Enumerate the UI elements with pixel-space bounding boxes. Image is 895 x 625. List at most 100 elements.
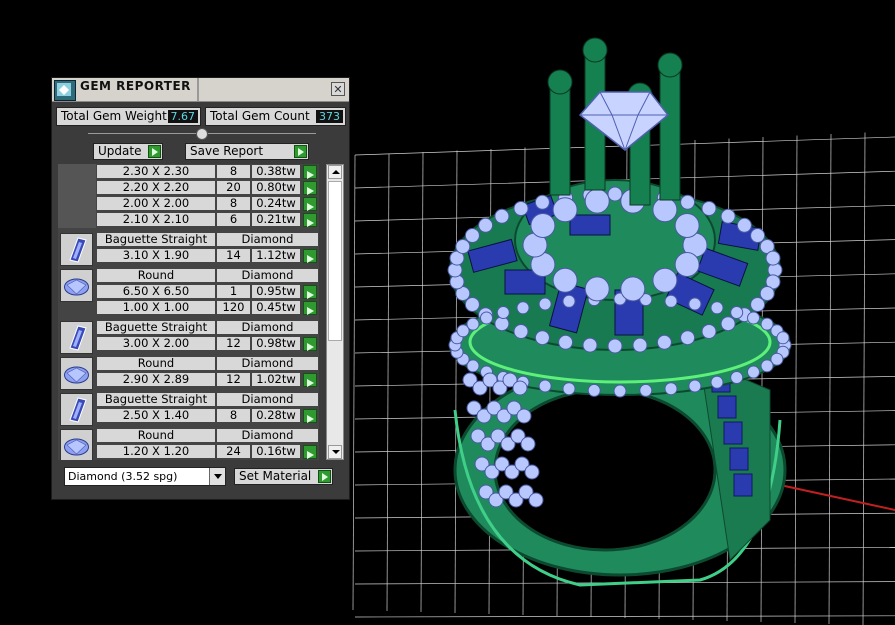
accent-stone: [480, 311, 493, 325]
accent-stone: [478, 217, 494, 233]
gem-weight-cell: 0.24tw: [251, 196, 301, 211]
gem-count-cell: 24: [216, 444, 251, 459]
accent-stone: [534, 194, 550, 210]
gem-size-cell: 3.10 X 1.90: [96, 248, 216, 263]
accent-stone: [613, 384, 627, 398]
gem-weight-cell: 0.16tw: [251, 444, 301, 459]
accent-stone: [736, 217, 752, 233]
accent-stone: [701, 324, 717, 339]
gem-count-cell: 1: [216, 284, 251, 299]
accent-stone: [639, 383, 653, 397]
accent-stone: [562, 382, 576, 396]
select-row-icon[interactable]: [303, 301, 317, 315]
scroll-thumb[interactable]: [328, 181, 342, 341]
accent-stone: [562, 294, 576, 308]
gem-size-cell: 6.50 X 6.50: [96, 284, 216, 299]
chevron-down-icon[interactable]: [209, 468, 225, 485]
total-gem-weight-label: Total Gem Weight: [61, 109, 167, 123]
gem-weight-cell: 0.45tw: [251, 300, 301, 315]
gem-weight-cell: 0.80tw: [251, 180, 301, 195]
gem-weight-cell: 0.28tw: [251, 408, 301, 423]
accent-stone: [760, 359, 774, 373]
gem-count-cell: 8: [216, 164, 251, 179]
accent-stone: [664, 294, 678, 308]
total-gem-weight-value: 7.67: [167, 110, 198, 123]
gem-list-scrollbar[interactable]: [326, 164, 344, 460]
gem-row[interactable]: 6.50 X 6.50 1 0.95tw: [58, 284, 319, 300]
accent-stone: [759, 286, 775, 301]
update-button[interactable]: Update: [93, 143, 163, 160]
select-row-icon[interactable]: [303, 165, 317, 179]
select-row-icon[interactable]: [303, 337, 317, 351]
gem-row[interactable]: 2.50 X 1.40 8 0.28tw: [58, 408, 319, 424]
gem-row[interactable]: 1.00 X 1.00 120 0.45tw: [58, 300, 319, 316]
gem-count-cell: 120: [216, 300, 251, 315]
accent-stone: [750, 297, 766, 312]
gem-shape-label: Round: [96, 268, 216, 283]
slider-handle[interactable]: [196, 128, 208, 140]
gem-count-cell: 8: [216, 196, 251, 211]
gem-material-label: Diamond: [216, 232, 319, 247]
update-label: Update: [98, 144, 142, 158]
accent-stone: [516, 408, 532, 424]
gem-row[interactable]: 2.10 X 2.10 6 0.21tw: [58, 212, 319, 228]
accent-stone: [720, 208, 736, 224]
select-row-icon[interactable]: [303, 285, 317, 299]
gem-shape-label: Baguette Straight: [96, 392, 216, 407]
accent-stone: [516, 301, 530, 315]
gem-row[interactable]: 3.10 X 1.90 14 1.12tw: [58, 248, 319, 264]
accent-stone: [776, 331, 790, 345]
gem-count-cell: 12: [216, 372, 251, 387]
select-row-icon[interactable]: [303, 181, 317, 195]
gem-list[interactable]: 2.30 X 2.30 8 0.38tw 2.20 X 2.20 20 0.80tw 2.0…: [58, 164, 319, 460]
select-row-icon[interactable]: [303, 409, 317, 423]
gem-row[interactable]: 2.00 X 2.00 8 0.24tw: [58, 196, 319, 212]
accent-stone: [494, 208, 510, 224]
gem-shape-label: Baguette Straight: [96, 320, 216, 335]
gem-size-cell: 2.10 X 2.10: [96, 212, 216, 227]
close-button[interactable]: ✕: [331, 82, 345, 96]
gem-row[interactable]: 2.30 X 2.30 8 0.38tw: [58, 164, 319, 180]
gem-material-label: Diamond: [216, 428, 319, 443]
select-row-icon[interactable]: [303, 373, 317, 387]
accent-stone: [730, 306, 744, 319]
save-report-button[interactable]: Save Report: [185, 143, 309, 160]
scroll-up-icon[interactable]: [328, 165, 342, 179]
select-row-icon[interactable]: [303, 445, 317, 459]
accent-stone: [520, 436, 536, 452]
accent-stone: [513, 201, 529, 216]
gem-row[interactable]: 2.90 X 2.89 12 1.02tw: [58, 372, 319, 388]
gem-shape-label: Baguette Straight: [96, 232, 216, 247]
material-select[interactable]: Diamond (3.52 spg): [64, 467, 226, 486]
gem-row[interactable]: 3.00 X 2.00 12 0.98tw: [58, 336, 319, 352]
gem-count-cell: 6: [216, 212, 251, 227]
total-gem-count-value: 373: [316, 110, 343, 123]
panel-title: GEM REPORTER: [80, 79, 191, 93]
gem-size-cell: 1.00 X 1.00: [96, 300, 216, 315]
play-icon: [148, 145, 161, 158]
scroll-down-icon[interactable]: [328, 445, 342, 459]
gem-material-label: Diamond: [216, 268, 319, 283]
gem-row[interactable]: 1.20 X 1.20 24 0.16tw: [58, 444, 319, 460]
select-row-icon[interactable]: [303, 249, 317, 263]
accent-stone: [710, 301, 724, 315]
accent-stone: [607, 186, 623, 202]
select-row-icon[interactable]: [303, 213, 317, 227]
gem-size-cell: 2.20 X 2.20: [96, 180, 216, 195]
gem-row[interactable]: 2.20 X 2.20 20 0.80tw: [58, 180, 319, 196]
accent-stone: [587, 383, 601, 397]
panel-titlebar[interactable]: GEM REPORTER ✕: [52, 78, 349, 102]
accent-stone: [710, 375, 724, 389]
set-material-label: Set Material: [239, 469, 312, 483]
gem-weight-cell: 0.21tw: [251, 212, 301, 227]
accent-stone: [680, 330, 696, 346]
select-row-icon[interactable]: [303, 197, 317, 211]
play-icon: [294, 145, 307, 158]
gem-size-cell: 2.30 X 2.30: [96, 164, 216, 179]
gem-material-label: Diamond: [216, 356, 319, 371]
ring-model[interactable]: [447, 37, 792, 587]
accent-stone: [584, 276, 610, 302]
set-material-button[interactable]: Set Material: [234, 468, 333, 485]
accent-stone: [765, 250, 781, 266]
accent-stone: [530, 213, 556, 238]
